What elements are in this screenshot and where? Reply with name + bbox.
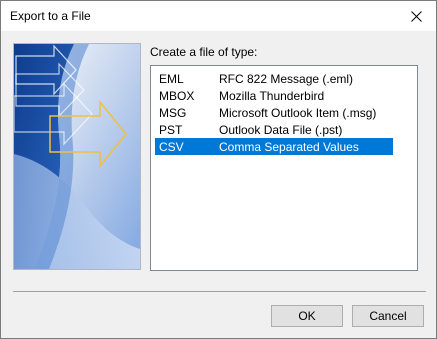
- file-type-description: Mozilla Thunderbird: [219, 88, 325, 103]
- file-type-description: RFC 822 Message (.eml): [219, 71, 354, 86]
- list-item-msg[interactable]: MSG Microsoft Outlook Item (.msg): [155, 104, 393, 121]
- cancel-button[interactable]: Cancel: [352, 305, 424, 327]
- file-type-abbr: MBOX: [159, 88, 195, 103]
- close-button[interactable]: [396, 1, 436, 31]
- file-type-list[interactable]: EML RFC 822 Message (.eml) MBOX Mozilla …: [150, 65, 418, 271]
- list-item-pst[interactable]: PST Outlook Data File (.pst): [155, 121, 393, 138]
- dialog-title: Export to a File: [10, 9, 91, 23]
- export-arrow-illustration: [14, 44, 140, 269]
- file-type-description: Outlook Data File (.pst): [219, 122, 343, 137]
- close-icon: [410, 10, 422, 22]
- footer-separator: [13, 291, 426, 292]
- file-type-description: Comma Separated Values: [219, 139, 359, 154]
- file-type-abbr: PST: [159, 122, 183, 137]
- list-item-eml[interactable]: EML RFC 822 Message (.eml): [155, 70, 393, 87]
- file-type-description: Microsoft Outlook Item (.msg): [219, 105, 377, 120]
- file-type-abbr: MSG: [159, 105, 187, 120]
- wizard-illustration: [13, 43, 141, 270]
- ok-button[interactable]: OK: [271, 305, 343, 327]
- file-type-abbr: CSV: [159, 139, 184, 154]
- file-type-label: Create a file of type:: [150, 45, 258, 59]
- title-bar[interactable]: Export to a File: [1, 1, 436, 31]
- list-item-mbox[interactable]: MBOX Mozilla Thunderbird: [155, 87, 393, 104]
- export-dialog: Export to a File Create a file of type: …: [0, 0, 437, 339]
- file-type-abbr: EML: [159, 71, 184, 86]
- list-item-csv[interactable]: CSV Comma Separated Values: [155, 138, 393, 155]
